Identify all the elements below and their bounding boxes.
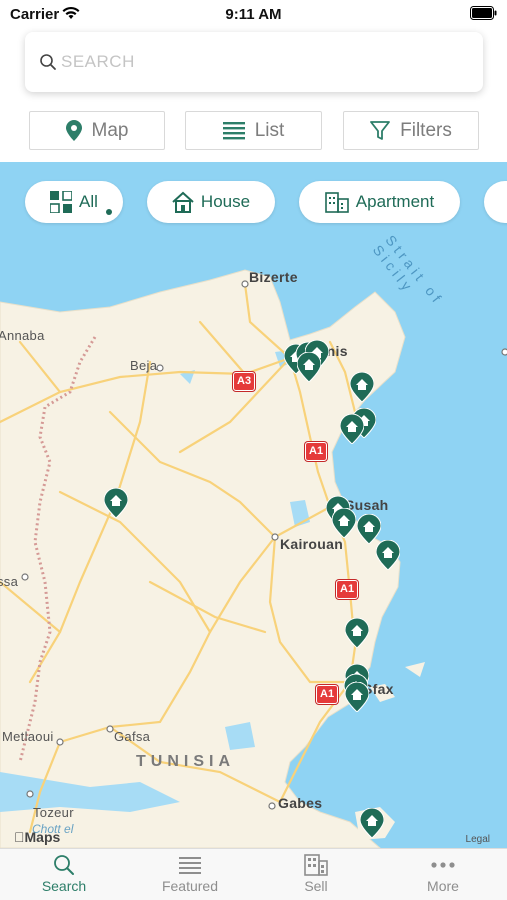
- legal-link[interactable]: Legal: [466, 834, 490, 845]
- view-toolbar: Map List Filters: [0, 104, 507, 162]
- list-icon: [222, 121, 245, 139]
- road-badge: A1: [336, 580, 359, 599]
- tab-label: Search: [41, 878, 87, 894]
- search-input[interactable]: [61, 52, 441, 72]
- country-label: TUNISIA: [136, 753, 235, 770]
- listing-pin[interactable]: [376, 540, 400, 570]
- tab-label: Featured: [161, 878, 219, 894]
- city-label: Kairouan: [280, 536, 344, 552]
- grid-icon: [50, 191, 73, 213]
- selected-indicator: [106, 209, 112, 215]
- more-icon: [431, 862, 455, 868]
- listing-pin[interactable]: [332, 508, 356, 538]
- listing-pin[interactable]: [350, 372, 374, 402]
- search-icon: [40, 54, 56, 70]
- category-label: Apartment: [355, 192, 435, 211]
- map-pin-icon: [65, 120, 82, 141]
- road-badge: A1: [305, 442, 328, 461]
- listing-pin[interactable]: [297, 352, 321, 382]
- listing-pin[interactable]: [104, 488, 128, 518]
- filter-icon: [370, 120, 391, 140]
- battery-icon: [470, 6, 497, 20]
- filters-button[interactable]: Filters: [343, 111, 479, 150]
- building-icon: [324, 192, 349, 213]
- island: [405, 662, 425, 677]
- lake: [225, 722, 255, 750]
- listing-pin[interactable]: [340, 414, 364, 444]
- list-view-button[interactable]: List: [185, 111, 322, 150]
- city-label: Gabes: [278, 795, 323, 811]
- road-badge: A3: [233, 372, 256, 391]
- clock: 9:11 AM: [225, 6, 282, 23]
- road-badge: A1: [316, 685, 339, 704]
- maps-attribution[interactable]: Maps: [14, 829, 60, 845]
- tab-sell[interactable]: Sell: [253, 849, 379, 900]
- category-label: All: [79, 192, 98, 211]
- map-view[interactable]: All House Apartment Bizerte Annaba Beja …: [0, 162, 507, 848]
- status-bar: Carrier 9:11 AM: [0, 0, 507, 28]
- map-view-label: Map: [91, 119, 129, 141]
- search-bar[interactable]: [25, 32, 483, 92]
- tab-bar: Search Featured Sell More: [0, 848, 507, 900]
- filters-label: Filters: [400, 119, 452, 141]
- house-icon: [172, 191, 194, 213]
- search-icon: [54, 855, 74, 875]
- city-label: Metlaoui: [2, 729, 54, 744]
- list-view-label: List: [254, 119, 285, 141]
- tab-more[interactable]: More: [380, 849, 506, 900]
- city-label: Annaba: [0, 328, 45, 343]
- tab-featured[interactable]: Featured: [127, 849, 253, 900]
- maps-attribution-text: Maps: [14, 829, 61, 845]
- city-label: ssa: [0, 574, 19, 589]
- map-canvas: [0, 269, 507, 848]
- map-view-button[interactable]: Map: [29, 111, 165, 150]
- city-label: Bizerte: [249, 269, 298, 285]
- category-chip-all[interactable]: All: [25, 181, 123, 223]
- city-label: Tozeur: [33, 805, 74, 820]
- list-icon: [179, 857, 201, 874]
- category-chip-apartment[interactable]: Apartment: [299, 181, 460, 223]
- category-label: House: [200, 192, 251, 211]
- building-icon: [304, 854, 328, 876]
- listing-pin[interactable]: [345, 618, 369, 648]
- city-label: Beja: [130, 358, 158, 373]
- city-label: Gafsa: [114, 729, 151, 744]
- tab-label: More: [427, 878, 459, 894]
- tab-search[interactable]: Search: [1, 849, 127, 900]
- listing-pin[interactable]: [360, 808, 384, 838]
- tab-label: Sell: [304, 878, 328, 894]
- category-chip-house[interactable]: House: [147, 181, 275, 223]
- listing-pin[interactable]: [345, 682, 369, 712]
